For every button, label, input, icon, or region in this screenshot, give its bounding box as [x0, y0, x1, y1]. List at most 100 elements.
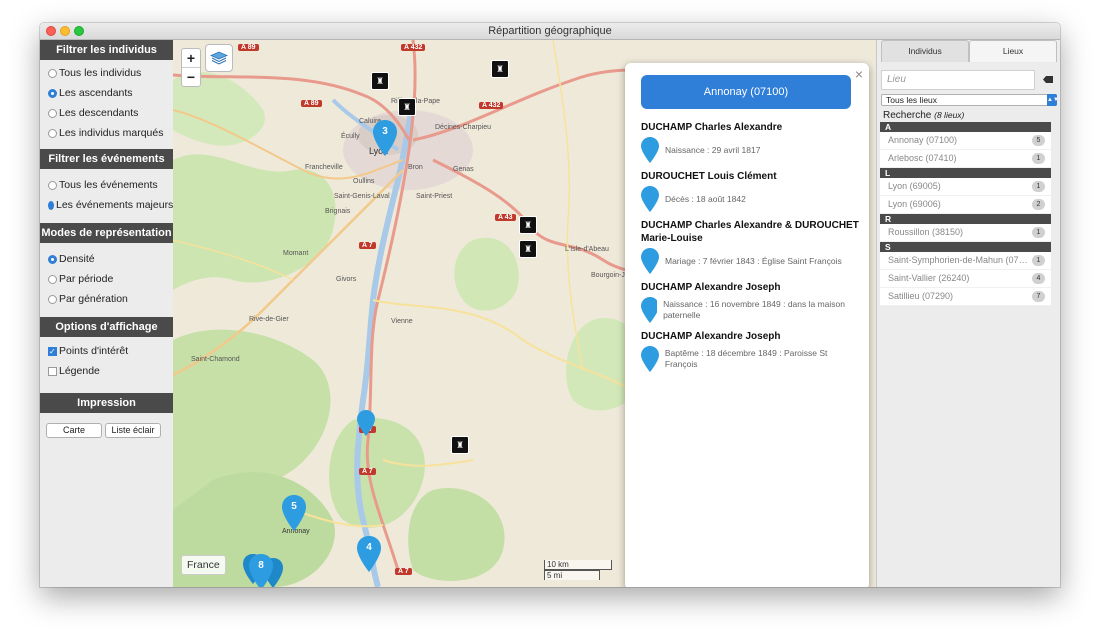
map-cluster-pin[interactable]: 5 [282, 495, 306, 534]
map-pin-icon [357, 410, 375, 436]
event-line[interactable]: Naissance : 16 novembre 1849 : dans la m… [641, 296, 861, 324]
road-shield: A 43 [495, 214, 516, 221]
display-options-header: Options d'affichage [40, 317, 173, 337]
display-options-group: Points d'intérêt Légende [40, 337, 173, 393]
select-arrow-icon: ▲▼ [1047, 94, 1059, 106]
list-item[interactable]: Saint-Symphorien-de-Mahun (07… 1 [880, 252, 1051, 270]
radio-icon [48, 128, 57, 138]
cluster-count: 5 [291, 501, 297, 512]
tab-individus[interactable]: Individus [881, 40, 969, 62]
event-person: DUROUCHET Louis Clément [641, 171, 777, 182]
radio-density[interactable]: Densité [40, 249, 173, 269]
checkbox-legend[interactable]: Légende [40, 361, 173, 381]
close-popup-icon[interactable]: × [855, 66, 863, 82]
map-cluster-pin[interactable]: 8 [249, 554, 273, 587]
place-count-badge: 1 [1032, 255, 1045, 266]
radio-by-generation[interactable]: Par génération [40, 289, 173, 309]
radio-major-events[interactable]: Les événements majeurs [40, 195, 173, 215]
radio-label: Par période [59, 273, 114, 285]
event-text: Naissance : 16 novembre 1849 : dans la m… [663, 299, 845, 320]
zoom-out-button[interactable]: − [182, 68, 200, 86]
radio-all-individuals[interactable]: Tous les individus [40, 63, 173, 83]
event-text: Mariage : 7 février 1843 : Église Saint … [665, 255, 842, 266]
country-button[interactable]: France [181, 555, 226, 575]
print-map-button[interactable]: Carte [46, 423, 102, 438]
map-label: Vienne [391, 318, 413, 325]
map-label: Saint-Genis-Laval [334, 193, 390, 200]
event-item: DUCHAMP Alexandre Joseph Baptême : 18 dé… [641, 330, 861, 373]
map-label: Saint-Chamond [191, 356, 240, 363]
map-pin-icon [641, 297, 658, 323]
radio-marked-individuals[interactable]: Les individus marqués [40, 123, 173, 143]
layers-icon [210, 51, 228, 65]
print-buttons: Carte Liste éclair [40, 413, 173, 448]
checkbox-points-of-interest[interactable]: Points d'intérêt [40, 341, 173, 362]
monument-icon[interactable]: ♜ [451, 436, 469, 454]
monument-icon[interactable]: ♜ [491, 60, 509, 78]
radio-icon [48, 294, 57, 304]
radio-all-events[interactable]: Tous les événements [40, 175, 173, 195]
filter-individuals-group: Tous les individus Les ascendants Les de… [40, 60, 173, 149]
event-item: DUROUCHET Louis Clément Décès : 18 août … [641, 170, 861, 213]
minimize-window-button[interactable] [60, 26, 70, 36]
place-name: Roussillon (38150) [888, 227, 964, 237]
map-label: Écully [341, 133, 360, 140]
popup-title-button[interactable]: Annonay (07100) [641, 75, 851, 109]
event-person: DUCHAMP Alexandre Joseph [641, 331, 781, 342]
road-shield: A 89 [301, 100, 322, 107]
radio-label: Les événements majeurs [56, 199, 174, 211]
place-name: Lyon (69006) [888, 199, 941, 209]
event-line[interactable]: Baptême : 18 décembre 1849 : Paroisse St… [641, 345, 861, 373]
list-item[interactable]: Lyon (69006) 2 [880, 196, 1051, 214]
road-shield: A 7 [395, 568, 412, 575]
layers-button[interactable] [205, 44, 233, 72]
list-item[interactable]: Satillieu (07290) 7 [880, 288, 1051, 306]
map-label: L'Isle-d'Abeau [565, 246, 609, 253]
event-line[interactable]: Naissance : 29 avril 1817 [641, 136, 861, 164]
print-quick-list-button[interactable]: Liste éclair [105, 423, 161, 438]
radio-by-period[interactable]: Par période [40, 269, 173, 289]
clear-search-icon[interactable] [1043, 76, 1053, 83]
checkbox-checked-icon [48, 342, 57, 362]
monument-icon[interactable]: ♜ [371, 72, 389, 90]
places-filter-select[interactable]: Tous les lieux ▲▼ [881, 94, 1059, 106]
map-label: Saint-Priest [416, 193, 453, 200]
event-line[interactable]: Décès : 18 août 1842 [641, 185, 861, 213]
map-cluster-pin[interactable]: 4 [357, 536, 381, 575]
radio-label: Densité [59, 253, 95, 265]
close-window-button[interactable] [46, 26, 56, 36]
event-person: DUCHAMP Charles Alexandre & DUROUCHET Ma… [641, 220, 859, 244]
place-popup: × Annonay (07100) DUCHAMP Charles Alexan… [625, 63, 869, 587]
select-value: Tous les lieux [886, 95, 938, 105]
zoom-in-button[interactable]: + [182, 49, 200, 68]
zoom-control: + − [181, 48, 201, 87]
zoom-window-button[interactable] [74, 26, 84, 36]
map-view[interactable]: Rillieux-la-Pape Caluire Écully Lyon Déc… [173, 40, 876, 587]
map-cluster-pin[interactable] [357, 410, 375, 439]
place-count-badge: 7 [1032, 291, 1045, 302]
monument-icon[interactable]: ♜ [398, 98, 416, 116]
map-label: Oullins [353, 178, 375, 185]
place-search-input[interactable]: Lieu [881, 70, 1035, 90]
scale-mi: 5 mi [544, 570, 600, 580]
monument-icon[interactable]: ♜ [519, 240, 537, 258]
road-shield: A 89 [238, 44, 259, 51]
place-name: Satillieu (07290) [888, 291, 954, 301]
monument-icon[interactable]: ♜ [519, 216, 537, 234]
radio-descendants[interactable]: Les descendants [40, 103, 173, 123]
list-item[interactable]: Lyon (69005) 1 [880, 178, 1051, 196]
cluster-count: 8 [258, 560, 264, 571]
radio-label: Les individus marqués [59, 127, 164, 139]
list-item[interactable]: Saint-Vallier (26240) 4 [880, 270, 1051, 288]
list-item[interactable]: Roussillon (38150) 1 [880, 224, 1051, 242]
map-cluster-pin[interactable]: 3 [373, 120, 397, 159]
radio-ascendants[interactable]: Les ascendants [40, 83, 173, 103]
event-text: Baptême : 18 décembre 1849 : Paroisse St… [664, 348, 828, 369]
event-line[interactable]: Mariage : 7 février 1843 : Église Saint … [641, 247, 861, 275]
radio-icon [48, 274, 57, 284]
tab-lieux[interactable]: Lieux [969, 40, 1057, 62]
list-item[interactable]: Arlebosc (07410) 1 [880, 150, 1051, 168]
list-item[interactable]: Annonay (07100) 5 [880, 132, 1051, 150]
place-name: Lyon (69005) [888, 181, 941, 191]
checkbox-label: Points d'intérêt [59, 345, 129, 357]
